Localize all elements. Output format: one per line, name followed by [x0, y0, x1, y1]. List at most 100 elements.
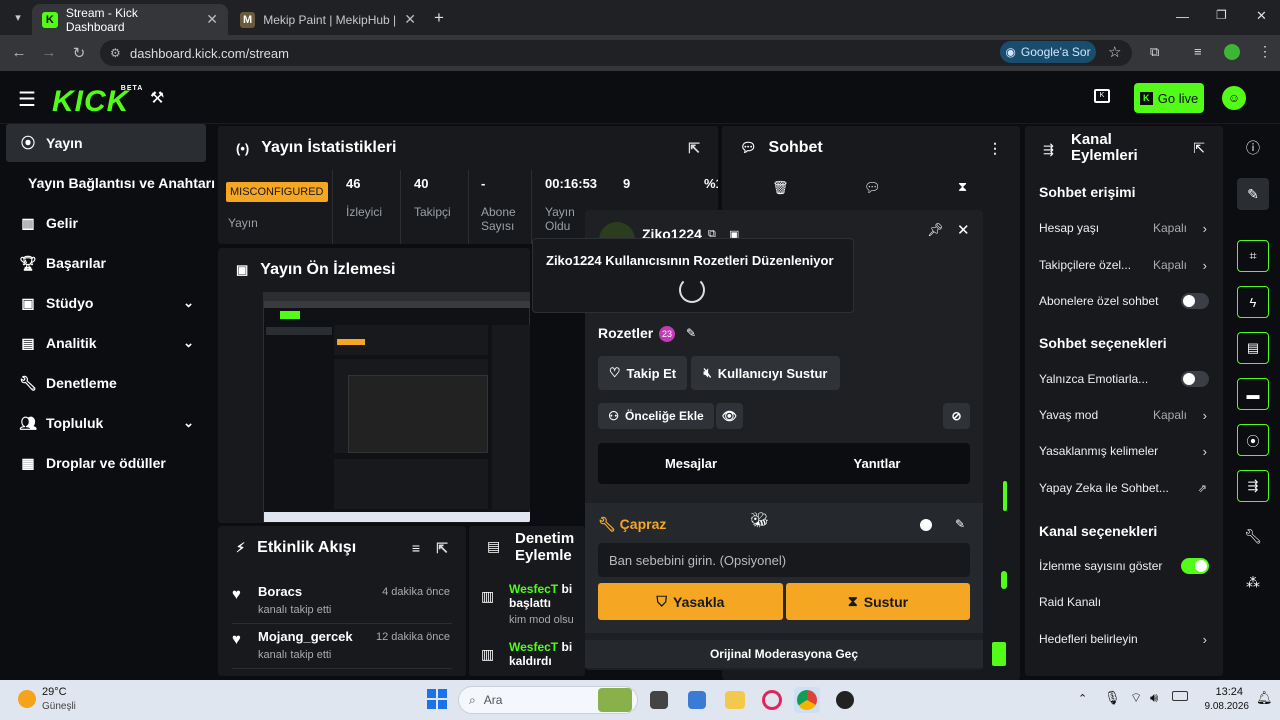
bookmark-star-icon[interactable]: ☆: [1108, 43, 1121, 61]
sidebar-item-analytics[interactable]: ▤ Analitik ⌄: [6, 324, 206, 362]
emote-only-toggle[interactable]: [1181, 371, 1209, 387]
broadcast-icon[interactable]: ⦿: [1237, 424, 1269, 456]
sidebar-item-achievements[interactable]: 🏆︎ Başarılar: [6, 244, 206, 282]
chat-bubble-icon[interactable]: ▬: [1237, 378, 1269, 410]
sidebar-item-drops[interactable]: ▦ Droplar ve ödüller: [6, 444, 206, 482]
chat-bubble-icon[interactable]: 💬︎: [864, 180, 881, 196]
profile-avatar[interactable]: [1224, 44, 1240, 60]
notifications-icon[interactable]: 🔔︎: [1256, 690, 1273, 706]
status-dot[interactable]: [920, 519, 932, 531]
weather-temp[interactable]: 29°C: [42, 686, 67, 698]
reload-icon[interactable]: ↻: [70, 44, 88, 62]
tray-expand-icon[interactable]: ⌃: [1078, 692, 1087, 705]
info-icon[interactable]: ⓘ: [1237, 132, 1269, 164]
mute-user-button[interactable]: 🔇︎ Kullanıcıyı Sustur: [691, 356, 840, 390]
url-field[interactable]: ⚙ dashboard.kick.com/stream: [100, 40, 1132, 66]
edit-pencil-icon[interactable]: ✎: [686, 326, 696, 340]
close-tab-icon[interactable]: ✕: [206, 11, 218, 28]
setting-followers-only[interactable]: Takipçilere özel... Kapalı ›: [1039, 255, 1209, 275]
original-moderation-button[interactable]: Orijinal Moderasyona Geç: [585, 640, 983, 668]
pin-icon[interactable]: 📌︎: [927, 222, 944, 238]
mod-action-user[interactable]: WesfecT: [509, 640, 558, 654]
setting-banned-words[interactable]: Yasaklanmış kelimeler ›: [1039, 441, 1209, 461]
mute-button[interactable]: ⧗ Sustur: [786, 583, 970, 620]
ask-google-button[interactable]: ◉ Google'a Sor: [1000, 41, 1096, 63]
site-info-icon[interactable]: ⚙: [110, 46, 121, 60]
minimize-icon[interactable]: —: [1176, 9, 1189, 24]
clock-date[interactable]: 9.08.2026: [1199, 701, 1250, 712]
sidebar-item-studio[interactable]: ▣ Stüdyo ⌄: [6, 284, 206, 322]
popout-icon[interactable]: ⇱: [688, 140, 700, 157]
extensions-icon[interactable]: ⧉: [1150, 44, 1159, 60]
lightning-icon[interactable]: ϟ: [1237, 286, 1269, 318]
kick-app-icon[interactable]: K: [1094, 89, 1110, 103]
activity-username[interactable]: Mojang_gercek: [258, 629, 353, 644]
community-icon[interactable]: ⁂: [1237, 566, 1269, 598]
volume-icon[interactable]: 🔊︎: [1150, 690, 1158, 706]
setting-goals[interactable]: Hedefleri belirleyin ›: [1039, 629, 1209, 649]
show-viewers-toggle[interactable]: [1181, 558, 1209, 574]
window-close-icon[interactable]: ✕: [1256, 8, 1267, 24]
store-icon[interactable]: [688, 691, 706, 709]
tab-messages[interactable]: Mesajlar: [598, 443, 784, 484]
app-icon[interactable]: [836, 691, 854, 709]
activity-username[interactable]: Boracs: [258, 584, 302, 599]
hourglass-icon[interactable]: ⧗: [958, 179, 967, 195]
more-options-icon[interactable]: ⋮: [988, 140, 1002, 157]
user-avatar[interactable]: ☺: [1222, 86, 1246, 110]
filter-icon[interactable]: ≡: [412, 540, 420, 556]
clock-time[interactable]: 13:24: [1203, 686, 1243, 698]
new-tab-icon[interactable]: +: [434, 8, 444, 28]
browser-menu-icon[interactable]: ⋮: [1258, 43, 1272, 60]
media-controls-icon[interactable]: ≡: [1194, 44, 1202, 59]
go-live-button[interactable]: K Go live: [1134, 83, 1204, 113]
chrome-active-icon[interactable]: [794, 687, 820, 713]
widgets-icon[interactable]: [598, 688, 632, 712]
subs-only-toggle[interactable]: [1181, 293, 1209, 309]
setting-account-age[interactable]: Hesap yaşı Kapalı ›: [1039, 218, 1209, 238]
back-icon[interactable]: ←: [10, 44, 28, 61]
sidebar-item-stream[interactable]: ⦿ Yayın: [6, 124, 206, 162]
sidebar-item-community[interactable]: 👥︎ Topluluk ⌄: [6, 404, 206, 442]
forward-icon[interactable]: →: [40, 44, 58, 61]
kick-logo[interactable]: KICK BETA: [52, 85, 142, 119]
edit-pencil-icon[interactable]: ✎: [1237, 178, 1269, 210]
tab-list-icon[interactable]: ▾: [8, 8, 28, 28]
tab-stream-dashboard[interactable]: K Stream - Kick Dashboard ✕: [32, 4, 228, 35]
hammer-icon[interactable]: ⚒: [150, 88, 164, 108]
edit-pencil-icon[interactable]: ✎: [955, 517, 965, 531]
file-explorer-icon[interactable]: [725, 691, 745, 709]
setting-ai-chat[interactable]: Yapay Zeka ile Sohbet... ⇗: [1039, 478, 1209, 498]
tab-mekip-paint[interactable]: M Mekip Paint | MekipHub | Meki ✕: [230, 4, 426, 35]
windows-start-icon[interactable]: [427, 689, 447, 709]
ban-reason-input[interactable]: Ban sebebini girin. (Opsiyonel): [598, 543, 970, 577]
channel-actions-icon[interactable]: ⇶: [1237, 470, 1269, 502]
block-button[interactable]: ⊘: [943, 403, 970, 429]
wrench-icon[interactable]: 🔧︎: [1237, 520, 1269, 552]
popout-icon[interactable]: ⇱: [1193, 140, 1205, 157]
stream-preview-video[interactable]: [263, 292, 530, 522]
sidebar-item-stream-key[interactable]: Yayın Bağlantısı ve Anahtarı: [20, 164, 215, 202]
moderation-shortcut-icon[interactable]: ⌗: [1237, 240, 1269, 272]
opera-icon[interactable]: [762, 690, 782, 710]
popout-icon[interactable]: ⇱: [436, 540, 448, 557]
view-eye-button[interactable]: 👁︎: [716, 403, 743, 429]
sidebar-item-moderation[interactable]: 🔧︎ Denetleme: [6, 364, 206, 402]
hamburger-menu-icon[interactable]: ☰: [18, 87, 36, 112]
tab-replies[interactable]: Yanıtlar: [784, 443, 970, 484]
restore-icon[interactable]: ❐: [1216, 8, 1227, 22]
wifi-icon[interactable]: ⌔: [1130, 690, 1142, 706]
setting-raid[interactable]: Raid Kanalı: [1039, 592, 1209, 612]
battery-icon[interactable]: [1172, 691, 1188, 701]
close-tab-icon[interactable]: ✕: [404, 11, 416, 28]
mod-action-user[interactable]: WesfecT: [509, 582, 558, 596]
microphone-icon[interactable]: 🎙︎: [1104, 690, 1121, 706]
follow-button[interactable]: ♡ Takip Et: [598, 356, 687, 390]
close-icon[interactable]: ✕: [957, 221, 970, 239]
setting-slow-mode[interactable]: Yavaş mod Kapalı ›: [1039, 405, 1209, 425]
notes-icon[interactable]: ▤: [1237, 332, 1269, 364]
trash-icon[interactable]: 🗑︎: [772, 180, 789, 196]
ban-button[interactable]: ⛉ Yasakla: [598, 583, 783, 620]
add-priority-button[interactable]: ⚇ Önceliğe Ekle: [598, 403, 714, 429]
sidebar-item-revenue[interactable]: ▥ Gelir: [6, 204, 206, 242]
